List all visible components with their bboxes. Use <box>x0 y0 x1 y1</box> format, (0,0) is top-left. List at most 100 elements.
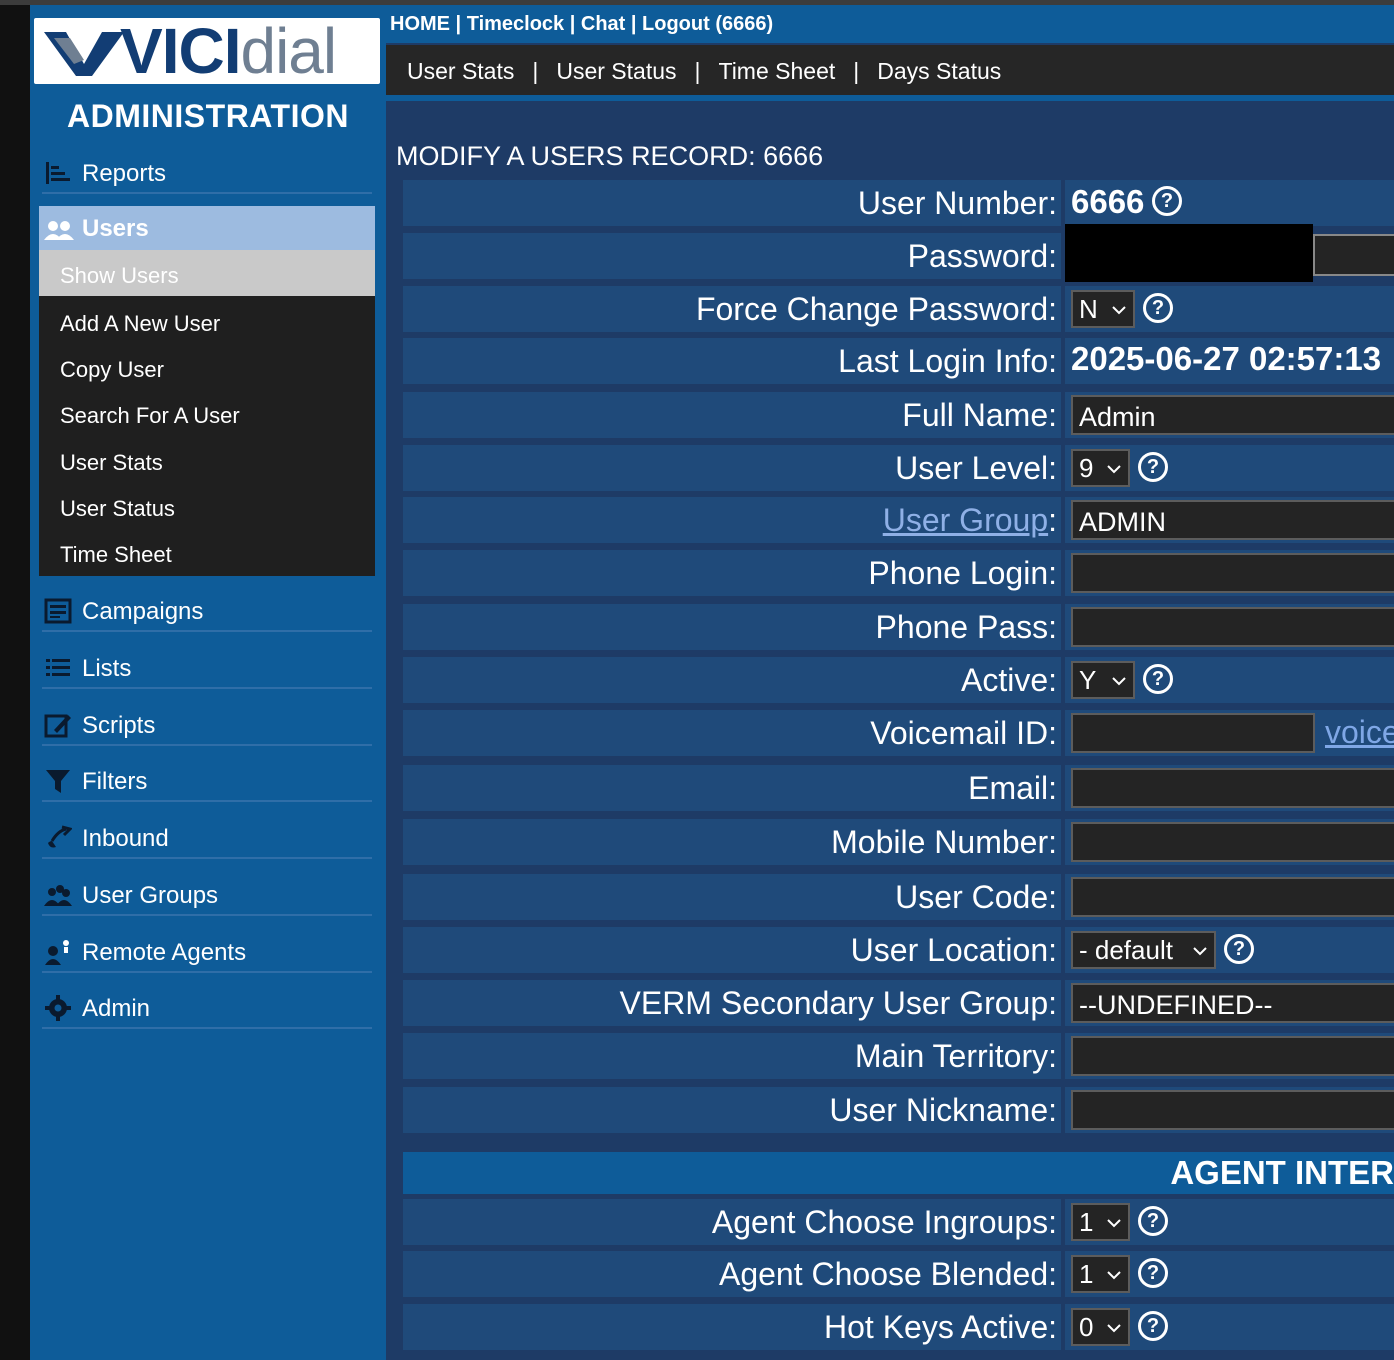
subnav-user-status[interactable]: User Status <box>556 58 676 84</box>
help-icon[interactable]: ? <box>1143 293 1173 323</box>
label-email: Email: <box>968 770 1057 806</box>
user-group-select[interactable]: ADMIN <box>1071 500 1394 540</box>
top-nav-links[interactable]: HOME | Timeclock | Chat | Logout (6666) <box>390 13 773 36</box>
label-hot-keys-active: Hot Keys Active: <box>824 1309 1057 1345</box>
sidebar-item-admin[interactable]: Admin <box>42 987 372 1029</box>
label-active: Active: <box>960 662 1057 698</box>
window-left-edge <box>0 0 30 1360</box>
mobile-number-input[interactable] <box>1071 822 1394 862</box>
inbound-icon <box>48 825 72 848</box>
voicemail-chooser-link[interactable]: voice <box>1325 714 1394 751</box>
label-user-nickname: User Nickname: <box>829 1092 1057 1128</box>
user-number-value: 6666 <box>1071 183 1145 220</box>
chevron-down-icon <box>1107 465 1121 474</box>
label-cell-user-number: User Number: <box>403 180 1061 226</box>
sidebar-item-users[interactable]: Users <box>39 206 375 250</box>
chevron-down-icon <box>1193 947 1207 956</box>
help-icon[interactable]: ? <box>1138 1258 1168 1288</box>
sidebar-subitem-add-user[interactable]: Add A New User <box>60 311 220 337</box>
label-main-territory: Main Territory: <box>854 1038 1057 1074</box>
help-icon[interactable]: ? <box>1224 934 1254 964</box>
user-group-link[interactable]: User Group <box>883 502 1048 538</box>
user-location-select[interactable]: - default <box>1071 931 1216 969</box>
header-divider <box>386 95 1394 101</box>
label-full-name: Full Name: <box>902 397 1057 433</box>
subnav-days-status[interactable]: Days Status <box>877 58 1001 84</box>
users-icon <box>44 221 74 240</box>
sidebar-item-remote-agents[interactable]: Remote Agents <box>42 931 372 973</box>
label-cell-active: Active: <box>403 657 1061 703</box>
sidebar-subitem-user-stats[interactable]: User Stats <box>60 450 163 476</box>
label-user-location: User Location: <box>850 932 1057 968</box>
password-redacted-field[interactable] <box>1065 224 1313 282</box>
label-phone-pass: Phone Pass: <box>875 609 1057 645</box>
sidebar-item-filters[interactable]: Filters <box>42 760 372 802</box>
label-user-level: User Level: <box>895 450 1057 486</box>
section-title-agent-interface: AGENT INTER <box>1170 1154 1394 1191</box>
sidebar-item-campaigns[interactable]: Campaigns <box>42 590 372 632</box>
label-user-group: User Group: <box>882 502 1057 538</box>
force-change-password-select[interactable]: N <box>1071 290 1135 328</box>
subnav-time-sheet[interactable]: Time Sheet <box>719 58 836 84</box>
sidebar-subitem-show-users[interactable]: Show Users <box>39 250 375 296</box>
subnav-user-stats[interactable]: User Stats <box>407 58 514 84</box>
main-territory-input[interactable] <box>1071 1036 1394 1076</box>
agent-choose-blended-select[interactable]: 1 <box>1071 1255 1130 1293</box>
user-nickname-input[interactable] <box>1071 1090 1394 1130</box>
chevron-down-icon <box>1107 1271 1121 1280</box>
agent-choose-ingroups-select[interactable]: 1 <box>1071 1203 1130 1241</box>
email-input[interactable] <box>1071 768 1394 808</box>
label-verm-secondary-user-group: VERM Secondary User Group: <box>619 985 1058 1021</box>
label-cell-phone-pass: Phone Pass: <box>403 604 1061 650</box>
sidebar-item-lists[interactable]: Lists <box>42 647 372 689</box>
sidebar-subitem-user-status[interactable]: User Status <box>60 496 175 522</box>
chevron-down-icon <box>1107 1219 1121 1228</box>
help-icon[interactable]: ? <box>1138 1311 1168 1341</box>
label-cell-hot-keys-active: Hot Keys Active: <box>403 1304 1061 1350</box>
password-input[interactable] <box>1313 234 1394 276</box>
help-icon[interactable]: ? <box>1138 1206 1168 1236</box>
label-password: Password: <box>907 238 1057 274</box>
user-level-select[interactable]: 9 <box>1071 449 1130 487</box>
user-code-input[interactable] <box>1071 877 1394 917</box>
sidebar-subitem-time-sheet[interactable]: Time Sheet <box>60 542 172 568</box>
subnav-separator: | <box>532 58 539 84</box>
help-icon[interactable]: ? <box>1138 452 1168 482</box>
label-mobile-number: Mobile Number: <box>831 824 1057 860</box>
logo-v-icon <box>44 32 124 76</box>
sidebar-item-reports[interactable]: Reports <box>42 152 372 194</box>
voicemail-id-input[interactable] <box>1071 713 1315 753</box>
active-select[interactable]: Y <box>1071 661 1135 699</box>
sidebar-subitem-copy-user[interactable]: Copy User <box>60 357 164 383</box>
label-cell-voicemail-id: Voicemail ID: <box>403 710 1061 756</box>
vicidial-logo[interactable]: VICIdial <box>34 15 380 87</box>
user-groups-icon <box>44 885 72 906</box>
verm-secondary-user-group-select[interactable]: --UNDEFINED-- <box>1071 983 1394 1023</box>
hot-keys-active-select[interactable]: 0 <box>1071 1308 1130 1346</box>
help-icon[interactable]: ? <box>1143 664 1173 694</box>
subnav-separator: | <box>694 58 701 84</box>
scripts-icon <box>44 714 71 738</box>
sidebar-item-user-groups[interactable]: User Groups <box>42 874 372 916</box>
subnav: User Stats | User Status | Time Sheet | Days S… <box>407 58 1001 85</box>
label-cell-verm-secondary-user-group: VERM Secondary User Group: <box>403 980 1061 1026</box>
label-last-login-info: Last Login Info: <box>838 343 1057 379</box>
chevron-down-icon <box>1112 677 1126 686</box>
subnav-separator: | <box>853 58 860 84</box>
help-icon[interactable]: ? <box>1152 186 1182 216</box>
page-title: MODIFY A USERS RECORD: 6666 <box>396 141 824 171</box>
label-cell-agent-choose-ingroups: Agent Choose Ingroups: <box>403 1199 1061 1245</box>
label-user-code: User Code: <box>895 879 1057 915</box>
label-cell-agent-choose-blended: Agent Choose Blended: <box>403 1251 1061 1297</box>
phone-pass-input[interactable] <box>1071 607 1394 647</box>
sidebar-item-inbound[interactable]: Inbound <box>42 817 372 859</box>
label-cell-main-territory: Main Territory: <box>403 1033 1061 1079</box>
label-force-change-password: Force Change Password: <box>695 291 1057 327</box>
label-user-number: User Number: <box>857 185 1057 221</box>
full-name-input[interactable]: Admin <box>1071 395 1394 435</box>
sidebar-item-scripts[interactable]: Scripts <box>42 704 372 746</box>
sidebar-subitem-search-user[interactable]: Search For A User <box>60 403 240 429</box>
logo-text: VICIdial <box>120 15 337 87</box>
label-cell-user-location: User Location: <box>403 927 1061 973</box>
phone-login-input[interactable] <box>1071 553 1394 593</box>
